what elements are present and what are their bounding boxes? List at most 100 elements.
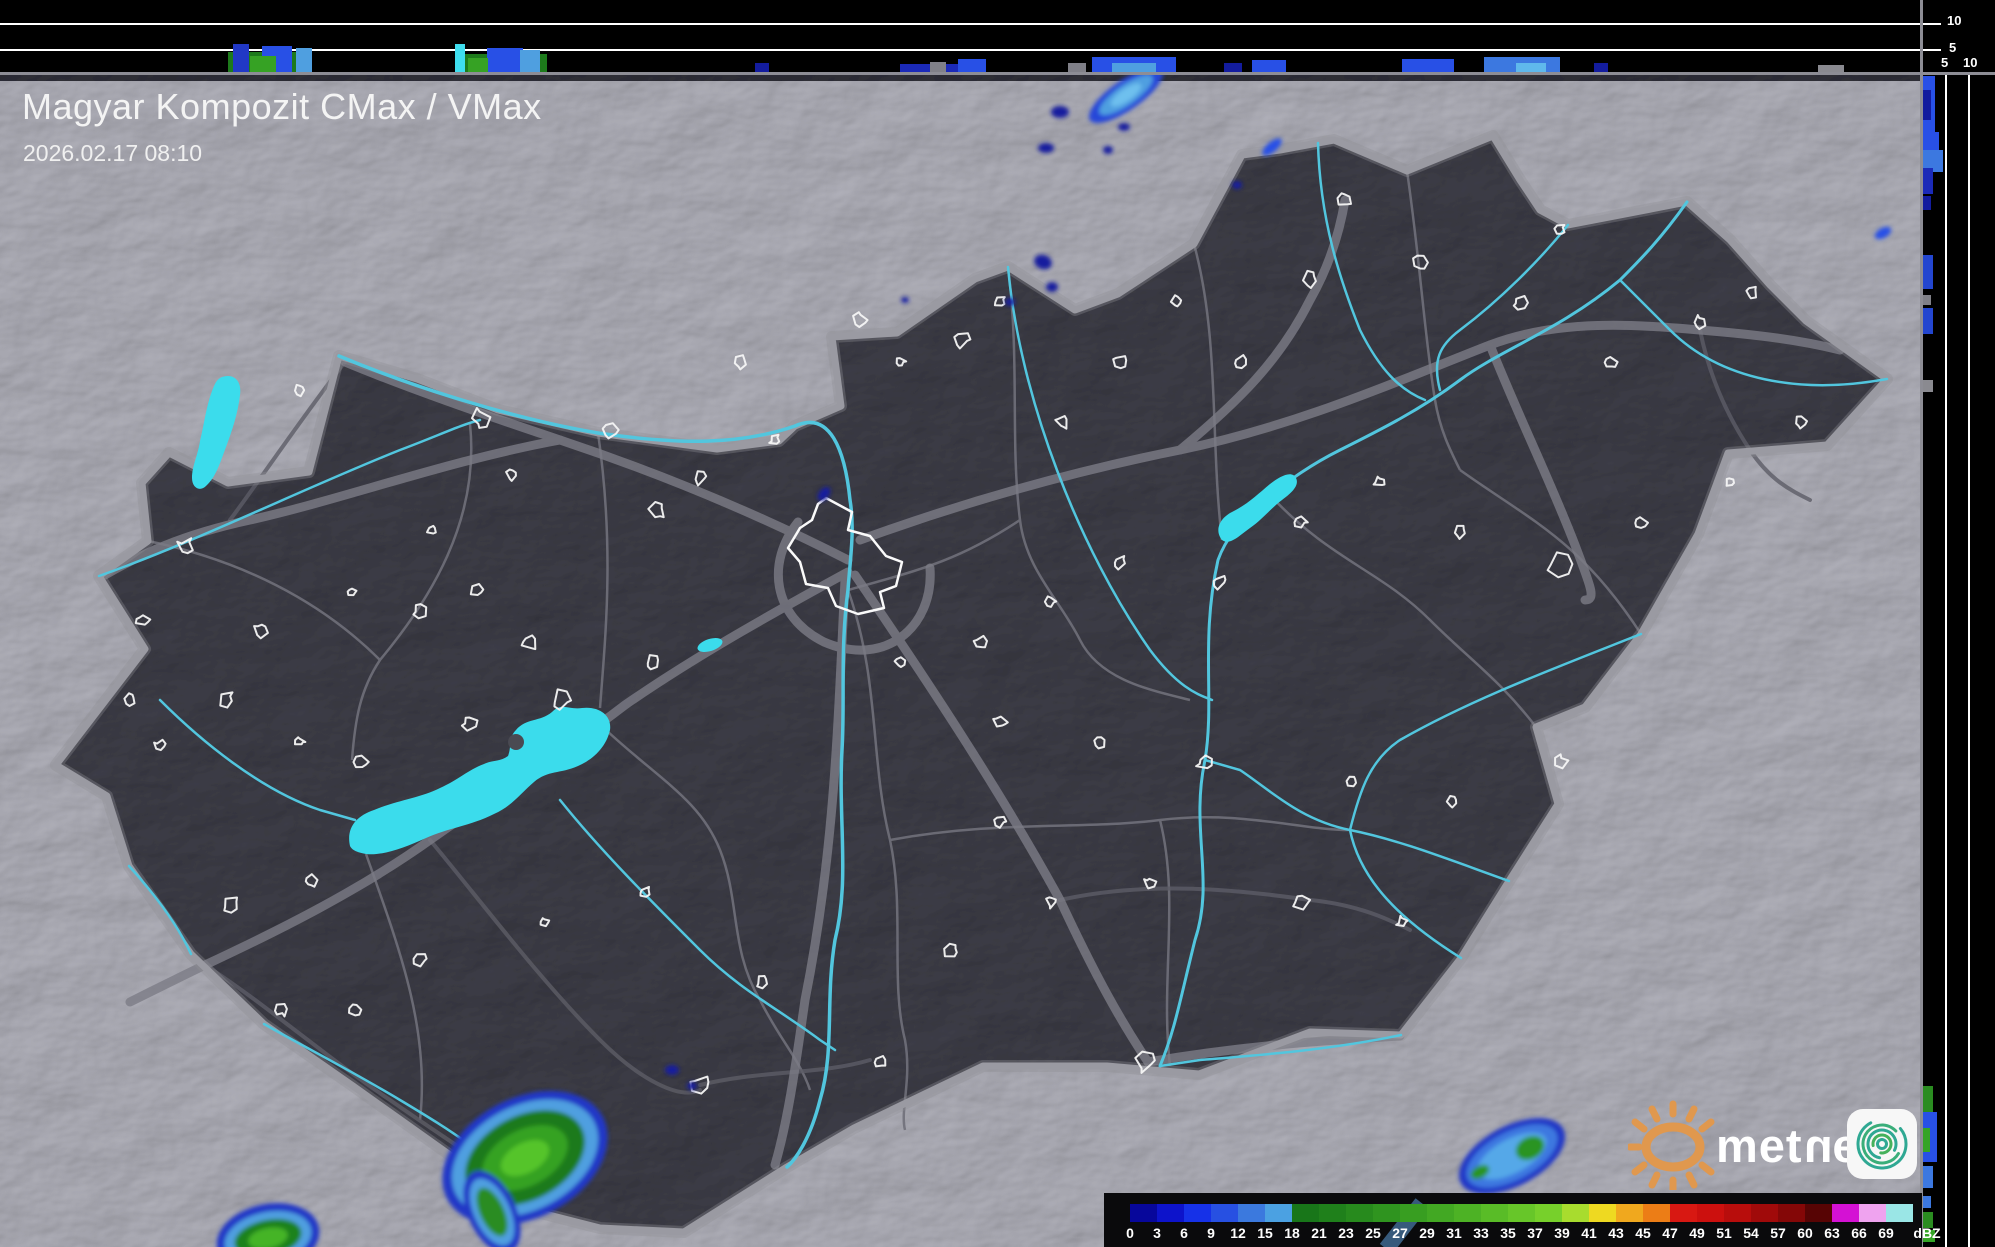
- profile-echo: [1923, 196, 1931, 210]
- radar-echo-layer: [1118, 123, 1130, 131]
- radar-echo: [1118, 123, 1130, 131]
- horizontal-axis-label-5: 5: [1941, 55, 1949, 70]
- corner-tick-5: [1923, 49, 1941, 51]
- profile-echo: [233, 44, 249, 72]
- dbz-cell-23: [1346, 1204, 1373, 1222]
- dbz-tick: 18: [1284, 1225, 1300, 1241]
- profile-echo: [487, 48, 523, 72]
- dbz-tick: 25: [1365, 1225, 1381, 1241]
- profile-echo: [1516, 63, 1546, 72]
- profile-echo: [1224, 63, 1242, 72]
- map-title: Magyar Kompozit CMax / VMax: [22, 86, 542, 127]
- profile-echo: [1923, 255, 1933, 289]
- metnet-app-icon: [1847, 1109, 1917, 1179]
- dbz-tick: 35: [1500, 1225, 1516, 1241]
- dbz-cell-18: [1292, 1204, 1319, 1222]
- dbz-cell-57: [1778, 1204, 1805, 1222]
- radar-screen: 10 5 5 10 Magyar Kompozit CMax / VMax 20…: [0, 0, 1995, 1247]
- top-height-profile: [0, 0, 1920, 75]
- dbz-cell-33: [1481, 1204, 1508, 1222]
- wordmark-part1: met: [1716, 1119, 1803, 1172]
- radar-echo-layer: [1038, 143, 1054, 153]
- right-profile-gridline-5km: [1945, 72, 1947, 1247]
- radar-echo-layer: [1051, 106, 1069, 118]
- dbz-tick: 63: [1824, 1225, 1840, 1241]
- dbz-cell-0: [1130, 1204, 1157, 1222]
- profile-echo: [1252, 60, 1286, 72]
- radar-echo: [1051, 106, 1069, 118]
- profile-echo: [1594, 63, 1608, 72]
- radar-echo: [1038, 143, 1054, 153]
- radar-echo: [665, 1065, 679, 1075]
- dbz-tick: 69: [1878, 1225, 1894, 1241]
- dbz-tick: 12: [1230, 1225, 1246, 1241]
- sun-icon: [1626, 1100, 1715, 1194]
- radar-echo-layer: [901, 297, 909, 303]
- profile-echo: [250, 56, 276, 72]
- profile-echo: [1923, 1128, 1930, 1152]
- dbz-tick: 15: [1257, 1225, 1273, 1241]
- profile-echo: [1923, 1086, 1933, 1112]
- profile-echo: [1068, 63, 1086, 72]
- dbz-cell-41: [1589, 1204, 1616, 1222]
- dbz-cell-60: [1805, 1204, 1832, 1222]
- profile-echo: [1402, 59, 1454, 72]
- profile-echo: [930, 62, 946, 72]
- dbz-cell-31: [1454, 1204, 1481, 1222]
- dbz-cell-35: [1508, 1204, 1535, 1222]
- dbz-tick: 23: [1338, 1225, 1354, 1241]
- profile-echo: [296, 48, 312, 72]
- dbz-cell-63: [1832, 1204, 1859, 1222]
- dbz-tick: 54: [1743, 1225, 1759, 1241]
- radar-echo-layer: [1103, 146, 1113, 154]
- dbz-legend: 0 3 6 9 12 15 18 21 23 25 27 29 31 33 35 37 39 41 43 45 47 49…: [1104, 1193, 1941, 1247]
- dbz-tick: 41: [1581, 1225, 1597, 1241]
- dbz-cell-6: [1184, 1204, 1211, 1222]
- dbz-tick: 29: [1419, 1225, 1435, 1241]
- wordmark-part2-mirrored: n: [1802, 1119, 1833, 1172]
- map-datetime: 2026.02.17 08:10: [23, 140, 203, 166]
- dbz-cell-3: [1157, 1204, 1184, 1222]
- dbz-tick: 6: [1180, 1225, 1188, 1241]
- dbz-tick: 3: [1153, 1225, 1161, 1241]
- profile-echo: [1923, 380, 1933, 392]
- dbz-cell-66: [1859, 1204, 1886, 1222]
- corner-tick-10: [1923, 23, 1941, 25]
- dbz-cell-69: [1886, 1204, 1913, 1222]
- vertical-axis-label-5: 5: [1949, 40, 1957, 55]
- dbz-cell-45: [1643, 1204, 1670, 1222]
- tihany-notch: [508, 734, 524, 750]
- radar-echo: [1046, 282, 1058, 292]
- profile-echo: [755, 63, 769, 72]
- dbz-tick: 43: [1608, 1225, 1624, 1241]
- radar-echo: [901, 297, 909, 303]
- dbz-cell-27: [1400, 1204, 1427, 1222]
- dbz-cell-29: [1427, 1204, 1454, 1222]
- radar-echo-layer: [1046, 282, 1058, 292]
- radar-echo-layer: [665, 1065, 679, 1075]
- dbz-tick: 37: [1527, 1225, 1543, 1241]
- dbz-tick: 39: [1554, 1225, 1570, 1241]
- profile-echo: [1923, 295, 1931, 305]
- profile-echo: [1923, 168, 1933, 194]
- right-profile-gridline-10km: [1968, 72, 1970, 1247]
- profile-echo: [1112, 63, 1156, 72]
- profile-echo: [1923, 308, 1933, 334]
- dbz-cell-49: [1697, 1204, 1724, 1222]
- dbz-tick: 45: [1635, 1225, 1651, 1241]
- metnet-logo: metnet: [1626, 1100, 1918, 1194]
- hungary-radar-map: [0, 0, 1995, 1247]
- dbz-unit-label: dBZ: [1913, 1225, 1941, 1241]
- dbz-cell-54: [1751, 1204, 1778, 1222]
- dbz-cell-37: [1535, 1204, 1562, 1222]
- dbz-tick: 0: [1126, 1225, 1134, 1241]
- right-height-profile: [1920, 72, 1995, 1247]
- radar-echo-layer: [687, 1082, 697, 1090]
- profile-echo: [1818, 65, 1844, 72]
- radar-echo-layer: [1005, 298, 1015, 306]
- dbz-cell-21: [1319, 1204, 1346, 1222]
- dbz-tick: 21: [1311, 1225, 1327, 1241]
- dbz-cell-9: [1211, 1204, 1238, 1222]
- dbz-colorbar: [1130, 1204, 1913, 1222]
- profile-echo: [958, 59, 986, 72]
